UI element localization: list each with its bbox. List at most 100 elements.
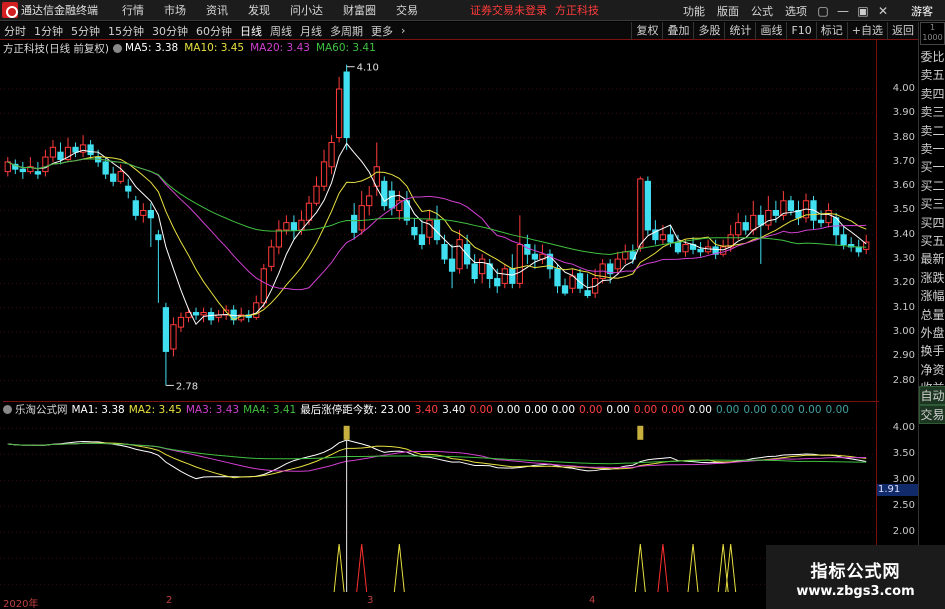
- indicator-value: 0.00: [551, 404, 576, 416]
- candle-body: [328, 141, 335, 168]
- candle-body: [283, 222, 290, 231]
- multi-stock-button[interactable]: 多股: [693, 22, 724, 40]
- period-5min[interactable]: 5分钟: [67, 23, 104, 39]
- login-notice[interactable]: 证券交易未登录: [470, 2, 547, 18]
- restore-icon[interactable]: ▢: [813, 1, 833, 21]
- stats-button[interactable]: 统计: [724, 22, 755, 40]
- candle-body: [200, 312, 207, 316]
- indicator-chart[interactable]: [0, 418, 876, 592]
- indicator-value-badge: 1.91: [876, 484, 918, 496]
- period-daily[interactable]: 日线: [236, 23, 266, 39]
- candle-body: [448, 258, 456, 272]
- period-60min[interactable]: 60分钟: [192, 23, 236, 39]
- candle-body: [343, 71, 350, 139]
- sidebar-tab[interactable]: 最新: [919, 250, 945, 268]
- period-monthly[interactable]: 月线: [296, 23, 326, 39]
- menu-market[interactable]: 市场: [154, 2, 196, 18]
- user-guest[interactable]: 游客: [893, 3, 945, 19]
- back-button[interactable]: 返回: [887, 22, 918, 40]
- sidebar-tab[interactable]: 换手: [919, 342, 945, 360]
- menu-news[interactable]: 资讯: [196, 2, 238, 18]
- sidebar-tab[interactable]: 买二: [919, 177, 945, 195]
- candle-body: [117, 171, 124, 182]
- menu-function[interactable]: 功能: [677, 3, 711, 19]
- period-tick[interactable]: 分时: [0, 23, 30, 39]
- f10-button[interactable]: F10: [786, 22, 815, 40]
- price-tick-label: 3.70: [892, 155, 915, 167]
- candle-body: [840, 234, 847, 246]
- signal-spike: [634, 543, 646, 592]
- sidebar-tab[interactable]: 卖三: [919, 103, 945, 121]
- overlay-button[interactable]: 叠加: [662, 22, 693, 40]
- sidebar-tab[interactable]: 委比: [919, 48, 945, 66]
- app-title: 通达信金融终端: [21, 4, 98, 17]
- period-multi[interactable]: 多周期: [326, 23, 367, 39]
- period-15min[interactable]: 15分钟: [104, 23, 148, 39]
- add-watchlist-button[interactable]: +自选: [846, 22, 887, 40]
- sidebar-tab[interactable]: 总量: [919, 306, 945, 324]
- minimize-icon[interactable]: —: [833, 1, 853, 21]
- menu-ask[interactable]: 问小达: [280, 2, 333, 18]
- menu-options[interactable]: 选项: [779, 3, 813, 19]
- sidebar-tab[interactable]: 涨幅: [919, 287, 945, 305]
- menu-layout[interactable]: 版面: [711, 3, 745, 19]
- menu-bar: 通达信金融终端 行情 市场 资讯 发现 问小达 财富圈 交易 证券交易未登录 方…: [0, 0, 945, 21]
- indicator-tick-label: 2.00: [892, 526, 915, 538]
- candle-body: [147, 209, 154, 219]
- period-weekly[interactable]: 周线: [266, 23, 296, 39]
- watermark-url: www.zbgs3.com: [796, 584, 915, 599]
- menu-formula[interactable]: 公式: [745, 3, 779, 19]
- candle-body: [290, 222, 298, 231]
- indicator-value: 3.40: [442, 404, 466, 416]
- sidebar-tab[interactable]: 卖一: [919, 140, 945, 158]
- period-more[interactable]: 更多: [367, 23, 397, 39]
- chevron-right-icon[interactable]: ›: [397, 24, 409, 37]
- period-30min[interactable]: 30分钟: [148, 23, 192, 39]
- candle-body: [456, 239, 463, 270]
- candle-body: [102, 161, 109, 175]
- indicator-value: 0.00: [579, 404, 603, 416]
- indicator-name[interactable]: 乐淘公式网: [15, 402, 68, 417]
- menu-quotes[interactable]: 行情: [112, 2, 154, 18]
- main-info-line: 方正科技(日线 前复权) MA5: 3.38 MA10: 3.45 MA20: …: [3, 41, 382, 55]
- candle-body: [268, 246, 275, 267]
- close-icon[interactable]: ✕: [873, 1, 893, 21]
- candlestick-chart[interactable]: 4.10 2.78: [0, 55, 876, 400]
- candle-body: [750, 214, 757, 231]
- candle-body: [42, 156, 49, 173]
- settings-circle-icon[interactable]: [113, 43, 123, 53]
- signal-spike: [393, 543, 405, 592]
- trade-button[interactable]: 交易: [919, 405, 945, 424]
- sidebar-tab[interactable]: 买四: [919, 214, 945, 232]
- mark-button[interactable]: 标记: [815, 22, 847, 40]
- menu-discover[interactable]: 发现: [238, 2, 280, 18]
- indicator-value: 0.00: [825, 404, 849, 416]
- adjust-button[interactable]: 复权: [631, 22, 662, 40]
- indicator-value: 0.00: [606, 404, 630, 416]
- draw-button[interactable]: 画线: [755, 22, 786, 40]
- sidebar-tab[interactable]: 净资: [919, 361, 945, 379]
- sidebar-tab[interactable]: 卖四: [919, 85, 945, 103]
- candle-body: [351, 214, 358, 233]
- period-1min[interactable]: 1分钟: [30, 23, 67, 39]
- sidebar-tab[interactable]: 卖五: [919, 66, 945, 84]
- sidebar-tab[interactable]: 卖二: [919, 122, 945, 140]
- maximize-icon[interactable]: ▣: [853, 1, 873, 21]
- menu-wealth[interactable]: 财富圈: [333, 2, 386, 18]
- sidebar-tab[interactable]: 买五: [919, 232, 945, 250]
- indicator-values: MA1: 3.38 MA2: 3.45 MA3: 3.43 MA4: 3.41 最后涨停…: [72, 402, 853, 417]
- candle-body: [863, 241, 870, 250]
- sidebar-tab[interactable]: 涨跌: [919, 269, 945, 287]
- stock-title[interactable]: 方正科技(日线 前复权): [3, 41, 109, 56]
- auto-button[interactable]: 自动: [919, 386, 945, 405]
- date-label: 4: [589, 595, 596, 606]
- candle-body: [34, 171, 42, 175]
- menu-trade[interactable]: 交易: [386, 2, 428, 18]
- candle-body: [742, 222, 749, 231]
- signal-spike: [687, 543, 699, 592]
- sidebar-tab[interactable]: 买三: [919, 195, 945, 213]
- sidebar-tab[interactable]: 外盘: [919, 324, 945, 342]
- settings-circle-icon[interactable]: [3, 405, 12, 414]
- sidebar-tab[interactable]: 买一: [919, 158, 945, 176]
- limit-up-marker: [637, 425, 644, 440]
